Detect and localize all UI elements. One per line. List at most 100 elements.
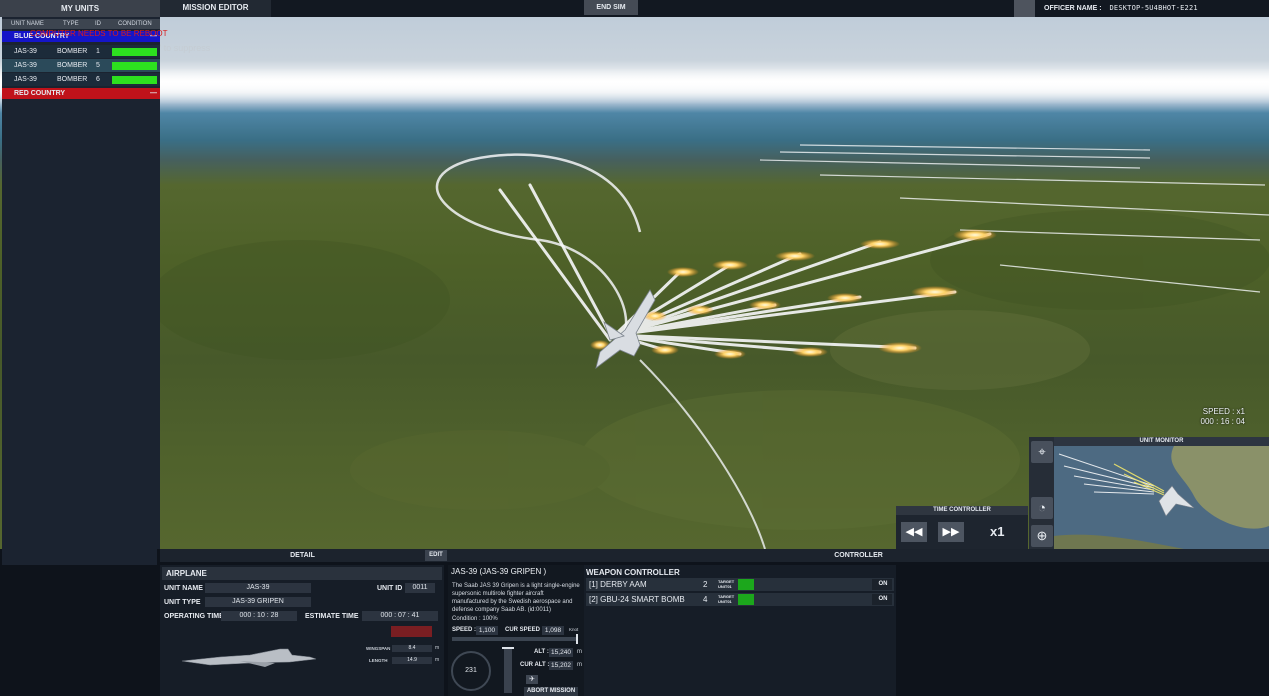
officer-name: DESKTOP-5U4BHOT-E221 [1109, 4, 1198, 12]
unit-name: JAS-39 [14, 76, 37, 83]
detail-panel: AIRPLANE UNIT NAME JAS-39 UNIT ID 0011 U… [160, 565, 444, 696]
estimate-time-label: ESTIMATE TIME [305, 613, 359, 620]
target-icon[interactable]: ⊕ [1031, 525, 1053, 547]
unit-name-label: UNIT NAME [164, 585, 203, 592]
monitor-view [1054, 446, 1269, 549]
unit-row[interactable]: JAS-39 BOMBER 1 [2, 45, 160, 58]
length-field: 14.9 [392, 657, 432, 664]
estimate-time-field: 000 : 07 : 41 [362, 611, 438, 621]
operating-time-field: 000 : 10 : 28 [221, 611, 297, 621]
unit-row[interactable]: JAS-39 BOMBER 6 [2, 73, 160, 86]
target-label-line2: UNIT01 [718, 599, 732, 604]
monitor-buttons: ⌖ ◔ ⊕ [1029, 437, 1055, 549]
alt-unit: m [577, 649, 582, 655]
length-label: LENGTH [369, 658, 388, 663]
operating-time-label: OPERATING TIME [164, 613, 224, 620]
controller-header: CONTROLLER [834, 552, 883, 559]
edit-button[interactable]: EDIT [425, 550, 447, 561]
reboot-warning: COMPUTER NEEDS TO BE REBOOT [30, 29, 168, 38]
units-table-header: UNIT NAME TYPE ID CONDITION [2, 19, 160, 29]
my-units-panel: UNIT NAME TYPE ID CONDITION BLUE COUNTRY… [2, 17, 210, 565]
target-indicator[interactable] [738, 579, 754, 590]
speed-multiplier: SPEED : x1 [1202, 407, 1245, 416]
col-id: ID [95, 21, 101, 27]
condition-bar [112, 48, 157, 56]
speed-unit: Knot [569, 627, 579, 632]
length-unit: m [435, 657, 440, 663]
weapon-name: [2] GBU-24 SMART BOMB [589, 595, 685, 604]
camera-icon[interactable]: ◔ [1031, 497, 1053, 519]
collapse-toggle[interactable]: — [150, 88, 157, 99]
cur-speed-label: CUR SPEED : [505, 627, 544, 633]
unit-monitor: UNIT MONITOR [1054, 437, 1269, 549]
cur-speed-field: 1,098 [542, 626, 564, 635]
bottom-right-area [896, 565, 1269, 696]
unit-type-field: JAS-39 GRIPEN [205, 597, 311, 607]
time-controller: TIME CONTROLLER ◀◀ ▶▶ x1 [896, 506, 1028, 549]
detail-header: DETAIL [290, 552, 315, 559]
aircraft-silhouette [181, 648, 317, 667]
condition-bar [112, 76, 157, 84]
tab-mission-editor[interactable]: MISSION EDITOR [160, 0, 271, 17]
unit-row[interactable]: JAS-39 BOMBER 5 [2, 59, 160, 72]
speed-slider[interactable] [452, 634, 578, 644]
altitude-slider[interactable] [502, 647, 514, 693]
unit-name: JAS-39 [14, 48, 37, 55]
cur-alt-label: CUR ALT : [520, 662, 550, 668]
speed-label: SPEED : [452, 627, 477, 633]
unit-name-field: JAS-39 [205, 583, 311, 593]
unit-description-panel: JAS-39 (JAS-39 GRIPEN ) The Saab JAS 39 … [448, 565, 584, 696]
condition-text: Condition : 100% [452, 616, 498, 622]
reboot-warning-suffix: rs' to suppress [152, 43, 211, 53]
wingspan-field: 8.4 [392, 645, 432, 652]
unit-name: JAS-39 [14, 62, 37, 69]
unit-id-field: 0011 [405, 583, 435, 593]
time-controller-title: TIME CONTROLLER [896, 506, 1028, 515]
target-indicator[interactable] [738, 594, 754, 605]
locate-icon[interactable]: ⌖ [1031, 441, 1053, 463]
red-country-row[interactable]: RED COUNTRY — [2, 88, 160, 99]
status-indicator [391, 626, 432, 637]
weapon-toggle[interactable]: ON [874, 578, 892, 591]
col-unit-name: UNIT NAME [11, 21, 44, 27]
bottom-left-filler [0, 565, 157, 696]
target-label-line2: UNIT01 [718, 584, 732, 589]
unit-type: BOMBER [57, 48, 88, 55]
unit-description: The Saab JAS 39 Gripen is a light single… [452, 583, 580, 613]
altitude-slider-handle[interactable] [502, 647, 514, 649]
airplane-icon[interactable]: ✈ [526, 675, 538, 684]
sim-clock: 000 : 16 : 04 [1200, 417, 1245, 426]
target-label: TARGET UNIT01 [718, 579, 734, 589]
unit-id: 6 [96, 76, 100, 83]
speed-slider-handle[interactable] [576, 634, 578, 644]
red-country-label: RED COUNTRY [14, 90, 66, 97]
speed-field[interactable]: 1,100 [476, 626, 498, 635]
officer-avatar [1014, 0, 1035, 17]
tab-my-units[interactable]: MY UNITS [0, 0, 160, 17]
speed-readout: SPEED : x1 000 : 16 : 04 [1201, 407, 1245, 427]
time-multiplier: x1 [990, 524, 1005, 539]
weapon-count: 2 [703, 580, 708, 589]
end-sim-button[interactable]: END SIM [584, 0, 638, 15]
unit-class-title: AIRPLANE [162, 567, 442, 580]
weapon-toggle[interactable]: ON [874, 593, 892, 606]
unit-id-label: UNIT ID [377, 585, 403, 592]
officer-label: OFFICER NAME : [1044, 5, 1102, 12]
wingspan-unit: m [435, 645, 440, 651]
top-bar: MY UNITS MISSION EDITOR END SIM OFFICER … [0, 0, 1269, 17]
alt-label: ALT : [534, 649, 549, 655]
weapon-name: [1] DERBY AAM [589, 580, 647, 589]
fast-forward-button[interactable]: ▶▶ [938, 522, 964, 542]
rewind-button[interactable]: ◀◀ [901, 522, 927, 542]
alt-field[interactable]: 15,240 [549, 648, 573, 657]
cur-alt-unit: m [577, 662, 582, 668]
wingspan-label: WINGSPAN [366, 646, 391, 651]
weapon-row[interactable]: [1] DERBY AAM 2 TARGET UNIT01 ON [586, 578, 894, 591]
unit-type-label: UNIT TYPE [164, 599, 201, 606]
col-type: TYPE [63, 21, 79, 27]
unit-type: BOMBER [57, 62, 88, 69]
weapon-row[interactable]: [2] GBU-24 SMART BOMB 4 TARGET UNIT01 ON [586, 593, 894, 606]
cur-alt-field: 15,202 [549, 661, 573, 670]
abort-mission-button[interactable]: ABORT MISSION [524, 687, 578, 696]
weapon-count: 4 [703, 595, 708, 604]
